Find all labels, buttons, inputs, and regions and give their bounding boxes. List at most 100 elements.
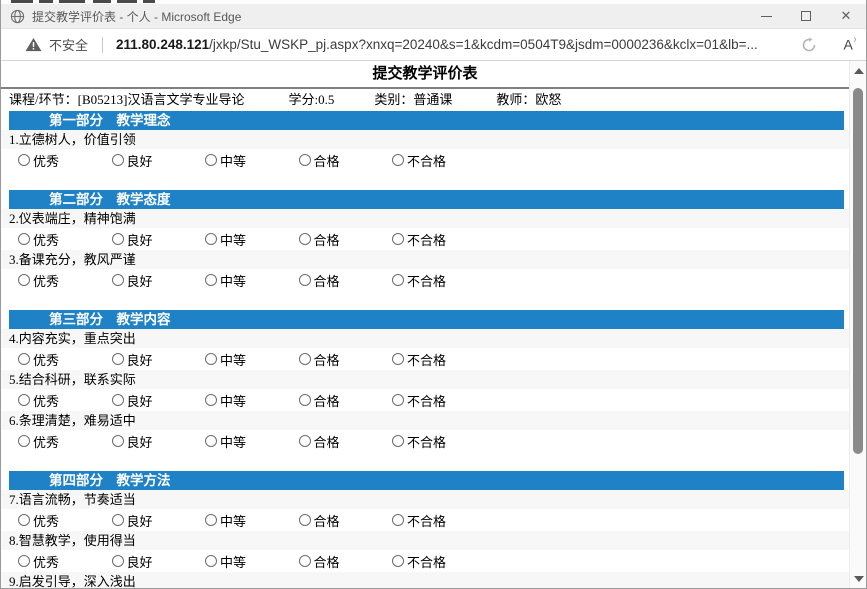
radio-icon[interactable] bbox=[299, 394, 311, 406]
option-label: 合格 bbox=[314, 271, 340, 290]
radio-icon[interactable] bbox=[299, 233, 311, 245]
globe-icon bbox=[10, 9, 25, 24]
not-secure-warning-icon[interactable] bbox=[25, 37, 42, 52]
option-pass[interactable]: 合格 bbox=[299, 271, 393, 290]
option-fair[interactable]: 中等 bbox=[205, 350, 299, 369]
read-aloud-icon[interactable]: A⁾ bbox=[843, 36, 856, 53]
option-fair[interactable]: 中等 bbox=[205, 230, 299, 249]
option-pass[interactable]: 合格 bbox=[299, 552, 393, 571]
radio-icon[interactable] bbox=[205, 274, 217, 286]
refresh-icon[interactable] bbox=[801, 37, 817, 53]
radio-icon[interactable] bbox=[112, 555, 124, 567]
radio-icon[interactable] bbox=[112, 514, 124, 526]
url-field[interactable]: 211.80.248.121/jxkp/Stu_WSKP_pj.aspx?xnx… bbox=[116, 37, 793, 52]
radio-icon[interactable] bbox=[205, 435, 217, 447]
option-label: 中等 bbox=[220, 511, 246, 530]
radio-icon[interactable] bbox=[299, 514, 311, 526]
option-fail[interactable]: 不合格 bbox=[392, 271, 486, 290]
radio-icon[interactable] bbox=[299, 555, 311, 567]
option-excellent[interactable]: 优秀 bbox=[18, 552, 112, 571]
option-good[interactable]: 良好 bbox=[112, 391, 206, 410]
options-row: 优秀良好中等合格不合格 bbox=[1, 149, 849, 171]
radio-icon[interactable] bbox=[18, 274, 30, 286]
course-info-row: 课程/环节：[B05213]汉语言文学专业导论学分:0.5类别：普通课教师：欧怒 bbox=[1, 89, 849, 111]
option-pass[interactable]: 合格 bbox=[299, 511, 393, 530]
radio-icon[interactable] bbox=[392, 435, 404, 447]
radio-icon[interactable] bbox=[392, 353, 404, 365]
radio-icon[interactable] bbox=[18, 154, 30, 166]
option-excellent[interactable]: 优秀 bbox=[18, 432, 112, 451]
radio-icon[interactable] bbox=[18, 233, 30, 245]
option-fair[interactable]: 中等 bbox=[205, 271, 299, 290]
radio-icon[interactable] bbox=[112, 233, 124, 245]
option-good[interactable]: 良好 bbox=[112, 271, 206, 290]
radio-icon[interactable] bbox=[18, 555, 30, 567]
question-row: 6.条理清楚，难易适中 bbox=[1, 411, 849, 430]
radio-icon[interactable] bbox=[18, 514, 30, 526]
radio-icon[interactable] bbox=[392, 514, 404, 526]
radio-icon[interactable] bbox=[299, 435, 311, 447]
radio-icon[interactable] bbox=[205, 514, 217, 526]
radio-icon[interactable] bbox=[112, 394, 124, 406]
option-fail[interactable]: 不合格 bbox=[392, 391, 486, 410]
radio-icon[interactable] bbox=[392, 233, 404, 245]
radio-icon[interactable] bbox=[205, 555, 217, 567]
option-good[interactable]: 良好 bbox=[112, 230, 206, 249]
option-pass[interactable]: 合格 bbox=[299, 350, 393, 369]
option-fair[interactable]: 中等 bbox=[205, 432, 299, 451]
option-excellent[interactable]: 优秀 bbox=[18, 151, 112, 170]
maximize-button[interactable] bbox=[786, 4, 826, 28]
option-good[interactable]: 良好 bbox=[112, 432, 206, 451]
option-pass[interactable]: 合格 bbox=[299, 151, 393, 170]
option-pass[interactable]: 合格 bbox=[299, 391, 393, 410]
radio-icon[interactable] bbox=[112, 353, 124, 365]
minimize-button[interactable] bbox=[746, 4, 786, 28]
option-fail[interactable]: 不合格 bbox=[392, 151, 486, 170]
option-excellent[interactable]: 优秀 bbox=[18, 271, 112, 290]
radio-icon[interactable] bbox=[112, 274, 124, 286]
option-excellent[interactable]: 优秀 bbox=[18, 230, 112, 249]
radio-icon[interactable] bbox=[392, 274, 404, 286]
radio-icon[interactable] bbox=[392, 394, 404, 406]
radio-icon[interactable] bbox=[112, 154, 124, 166]
radio-icon[interactable] bbox=[392, 555, 404, 567]
option-fail[interactable]: 不合格 bbox=[392, 350, 486, 369]
option-fair[interactable]: 中等 bbox=[205, 151, 299, 170]
scrollbar-thumb[interactable] bbox=[853, 88, 863, 454]
radio-icon[interactable] bbox=[18, 353, 30, 365]
option-pass[interactable]: 合格 bbox=[299, 432, 393, 451]
option-good[interactable]: 良好 bbox=[112, 552, 206, 571]
radio-icon[interactable] bbox=[18, 394, 30, 406]
option-fail[interactable]: 不合格 bbox=[392, 230, 486, 249]
option-excellent[interactable]: 优秀 bbox=[18, 350, 112, 369]
radio-icon[interactable] bbox=[299, 353, 311, 365]
option-good[interactable]: 良好 bbox=[112, 350, 206, 369]
scroll-down-icon[interactable] bbox=[854, 576, 864, 582]
option-fair[interactable]: 中等 bbox=[205, 511, 299, 530]
option-fail[interactable]: 不合格 bbox=[392, 511, 486, 530]
options-row: 优秀良好中等合格 不合格 bbox=[1, 269, 849, 291]
radio-icon[interactable] bbox=[299, 154, 311, 166]
scroll-up-icon[interactable] bbox=[854, 68, 864, 74]
radio-icon[interactable] bbox=[112, 435, 124, 447]
option-good[interactable]: 良好 bbox=[112, 511, 206, 530]
option-good[interactable]: 良好 bbox=[112, 151, 206, 170]
radio-icon[interactable] bbox=[205, 353, 217, 365]
option-excellent[interactable]: 优秀 bbox=[18, 391, 112, 410]
scrollbar[interactable] bbox=[849, 61, 866, 588]
radio-icon[interactable] bbox=[18, 435, 30, 447]
option-fair[interactable]: 中等 bbox=[205, 391, 299, 410]
radio-icon[interactable] bbox=[205, 394, 217, 406]
radio-icon[interactable] bbox=[205, 233, 217, 245]
radio-icon[interactable] bbox=[205, 154, 217, 166]
radio-icon[interactable] bbox=[392, 154, 404, 166]
option-fair[interactable]: 中等 bbox=[205, 552, 299, 571]
option-excellent[interactable]: 优秀 bbox=[18, 511, 112, 530]
option-fail[interactable]: 不合格 bbox=[392, 552, 486, 571]
option-pass[interactable]: 合格 bbox=[299, 230, 393, 249]
option-fail[interactable]: 不合格 bbox=[392, 432, 486, 451]
close-button[interactable]: ✕ bbox=[826, 4, 866, 28]
radio-icon[interactable] bbox=[299, 274, 311, 286]
question-text: 5.结合科研，联系实际 bbox=[9, 372, 136, 387]
security-label[interactable]: 不安全 bbox=[49, 35, 88, 54]
